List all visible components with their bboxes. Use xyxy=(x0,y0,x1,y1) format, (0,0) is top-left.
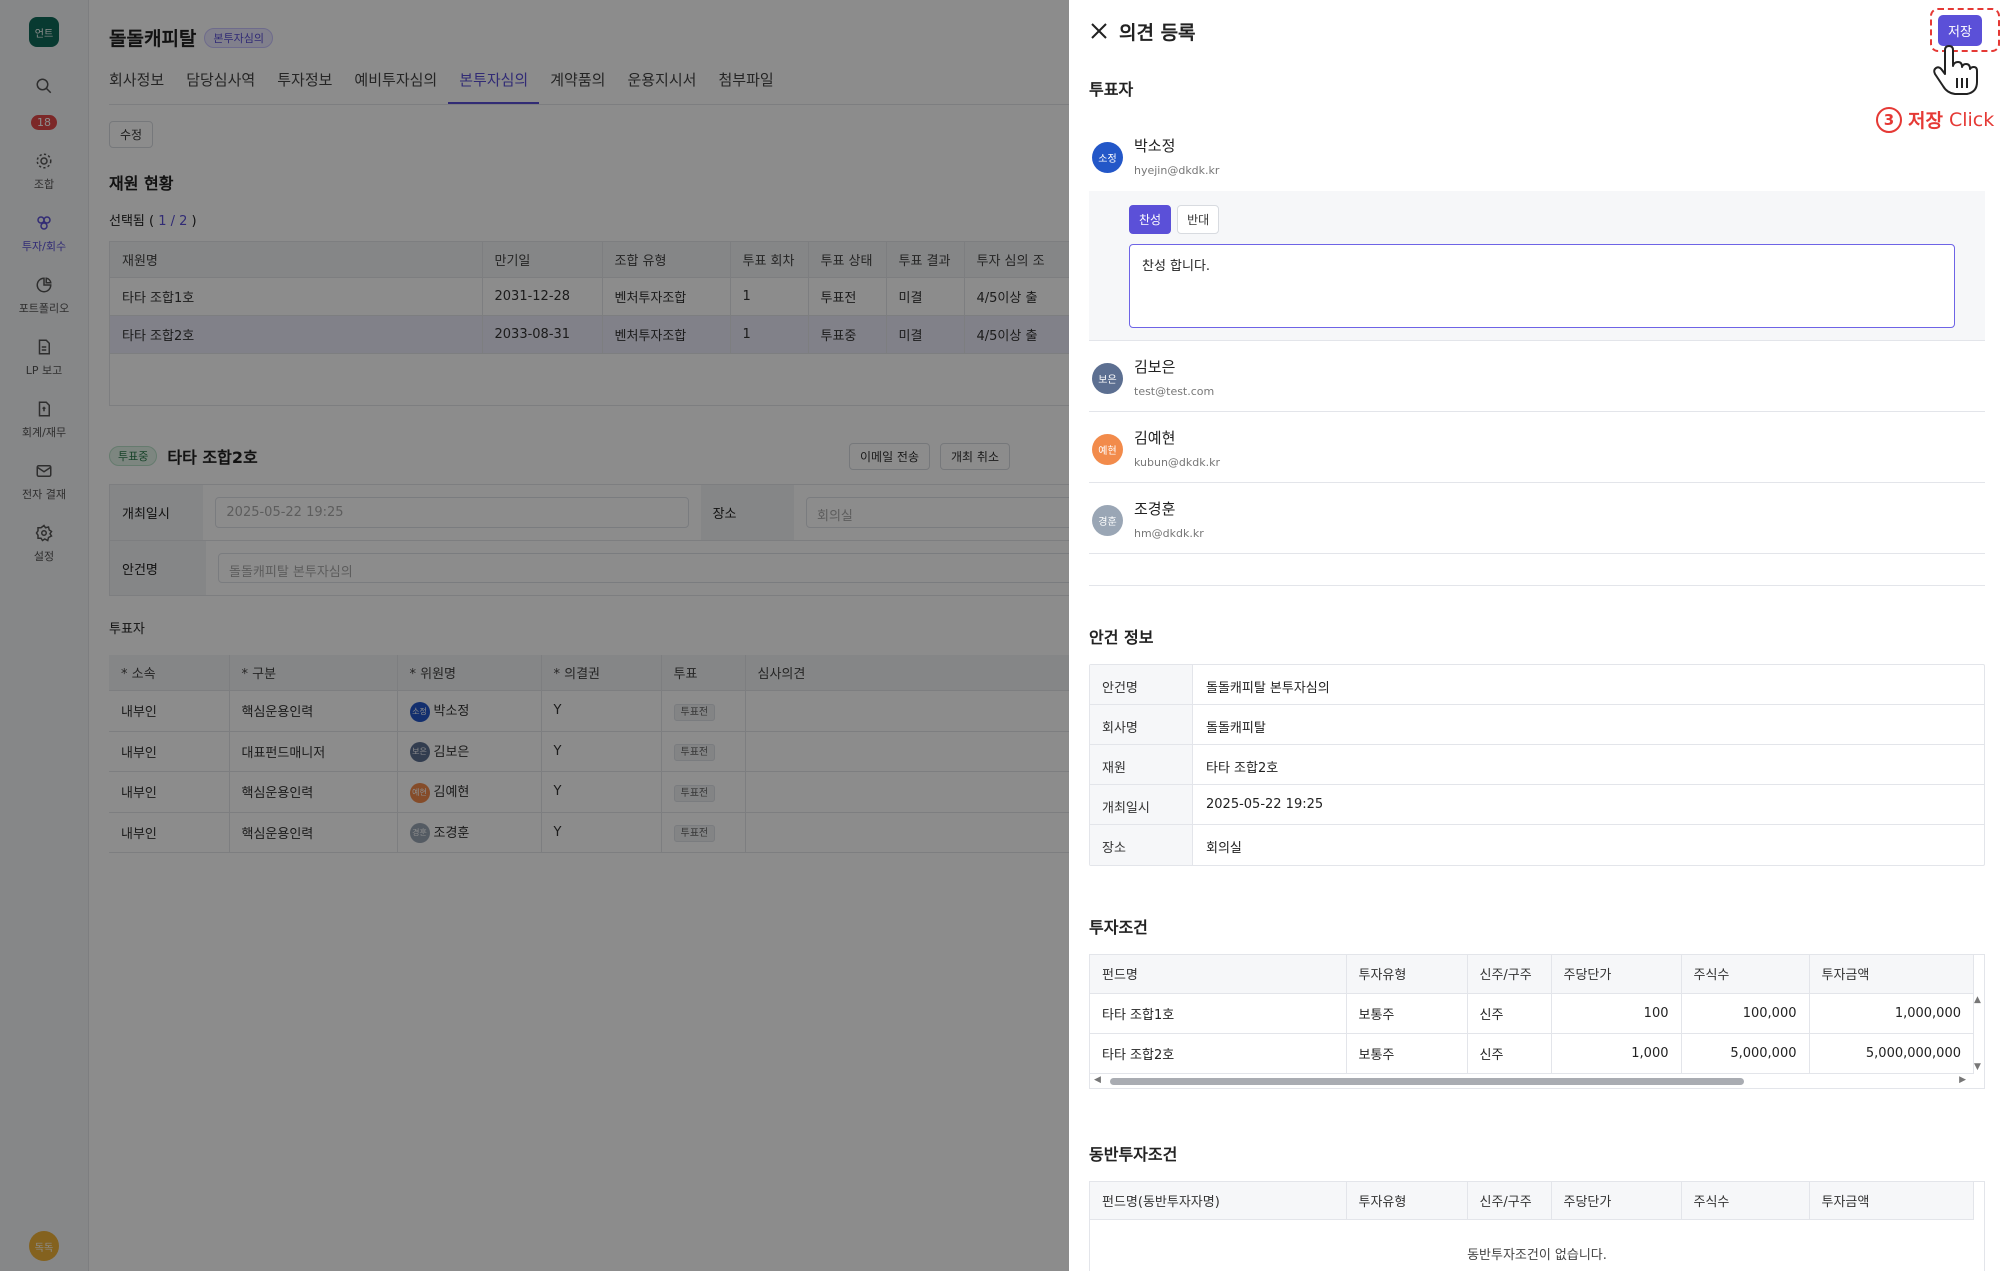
agenda-info-table: 안건명 돌돌캐피탈 본투자심의 회사명 돌돌캐피탈 재원 타타 조합2호 개최일시 20… xyxy=(1089,664,1985,866)
vertical-scrollbar[interactable]: ▲ ▼ xyxy=(1972,993,1984,1074)
voter-name: 김보은 xyxy=(1134,358,1176,376)
voter-email: test@test.com xyxy=(1134,385,1215,398)
info-key: 개최일시 xyxy=(1090,785,1193,824)
column-header: 신주/구주 xyxy=(1467,955,1552,994)
column-header: 펀드명 xyxy=(1090,955,1347,994)
table-row[interactable]: 타타 조합2호 보통주 신주 1,000 5,000,000 5,000,000,000 xyxy=(1090,1033,1974,1074)
voter-item[interactable]: 소정 박소정 hyejin@dkdk.kr xyxy=(1089,120,1985,191)
column-header: 투자금액 xyxy=(1809,955,1974,994)
agenda-info-title: 안건 정보 xyxy=(1089,628,1154,647)
info-value: 타타 조합2호 xyxy=(1206,761,1279,776)
info-value: 회의실 xyxy=(1206,841,1242,856)
step-number: 3 xyxy=(1876,106,1902,133)
modal-backdrop[interactable] xyxy=(0,0,1069,1271)
column-header: 주당단가 xyxy=(1551,1181,1682,1220)
info-key: 재원 xyxy=(1090,745,1193,784)
step-text: 저장 xyxy=(1908,110,1943,132)
voter-name: 박소정 xyxy=(1134,137,1176,155)
column-header: 펀드명(동반투자자명) xyxy=(1090,1181,1347,1220)
voter-item[interactable]: 보은 김보은 test@test.com xyxy=(1089,341,1985,412)
terms-table: 펀드명 투자유형 신주/구주 주당단가 주식수 투자금액 타타 조합1호 보통주 신… xyxy=(1089,954,1985,1089)
info-key: 안건명 xyxy=(1090,665,1193,704)
scrollbar-thumb[interactable] xyxy=(1110,1077,1744,1085)
vote-toggle: 찬성 반대 xyxy=(1129,205,1955,234)
voters-title: 투표자 xyxy=(1089,80,1134,99)
voter-item[interactable]: 경훈 조경훈 hm@dkdk.kr xyxy=(1089,483,1985,554)
empty-message: 동반투자조건이 없습니다. xyxy=(1467,1248,1607,1263)
column-header: 투자유형 xyxy=(1346,955,1468,994)
info-key: 장소 xyxy=(1090,825,1193,865)
voter-email: kubun@dkdk.kr xyxy=(1134,456,1221,469)
voter-email: hm@dkdk.kr xyxy=(1134,527,1204,540)
voter-list: 소정 박소정 hyejin@dkdk.kr 찬성 반대 찬성 합니다. 보은 김보… xyxy=(1089,120,1985,554)
step-annotation: 3 저장 Click xyxy=(1876,106,1994,133)
info-value: 2025-05-22 19:25 xyxy=(1206,797,1324,812)
horizontal-scrollbar[interactable]: ◀ ▶ xyxy=(1090,1073,1984,1088)
info-value: 돌돌캐피탈 xyxy=(1206,721,1266,736)
voter-name: 김예현 xyxy=(1134,429,1176,447)
table-row[interactable]: 타타 조합1호 보통주 신주 100 100,000 1,000,000 xyxy=(1090,993,1974,1034)
column-header: 주당단가 xyxy=(1551,955,1682,994)
voter-name: 조경훈 xyxy=(1134,500,1176,518)
column-header: 투자금액 xyxy=(1809,1181,1974,1220)
co-terms-table: 펀드명(동반투자자명) 투자유형 신주/구주 주당단가 주식수 투자금액 동반투… xyxy=(1089,1180,1985,1271)
avatar: 보은 xyxy=(1092,363,1123,394)
drawer-title: 의견 등록 xyxy=(1119,21,1196,44)
opinion-drawer: 의견 등록 저장 3 저장 Click 투표자 소정 박소정 hyejin@dkd… xyxy=(1069,0,2005,1271)
column-header: 신주/구주 xyxy=(1467,1181,1552,1220)
co-terms-title: 동반투자조건 xyxy=(1089,1144,1178,1164)
terms-title: 투자조건 xyxy=(1089,918,1148,937)
column-header: 주식수 xyxy=(1681,955,1810,994)
voter-item[interactable]: 예현 김예현 kubun@dkdk.kr xyxy=(1089,412,1985,483)
reject-button[interactable]: 반대 xyxy=(1177,205,1220,234)
voter-email: hyejin@dkdk.kr xyxy=(1134,164,1220,177)
close-icon[interactable] xyxy=(1089,21,1109,41)
avatar: 소정 xyxy=(1092,142,1123,173)
divider xyxy=(1089,554,1985,586)
approve-button[interactable]: 찬성 xyxy=(1129,205,1172,234)
pointer-hand-icon xyxy=(1933,45,1978,95)
opinion-panel: 찬성 반대 찬성 합니다. xyxy=(1089,191,1985,341)
step-click-text: Click xyxy=(1948,108,1995,131)
info-value: 돌돌캐피탈 본투자심의 xyxy=(1206,681,1330,696)
column-header: 주식수 xyxy=(1681,1181,1810,1220)
column-header: 투자유형 xyxy=(1346,1181,1468,1220)
info-key: 회사명 xyxy=(1090,705,1193,744)
avatar: 예현 xyxy=(1092,434,1123,465)
opinion-textarea[interactable]: 찬성 합니다. xyxy=(1129,244,1955,328)
avatar: 경훈 xyxy=(1092,505,1123,536)
